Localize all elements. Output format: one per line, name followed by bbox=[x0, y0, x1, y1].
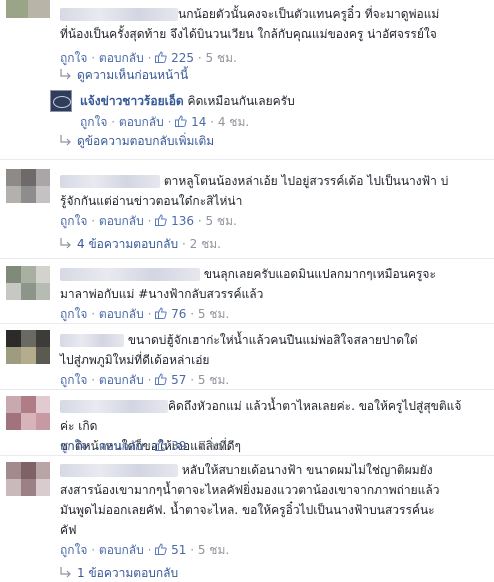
like-link[interactable]: ถูกใจ bbox=[60, 214, 87, 228]
like-count[interactable]: 57 bbox=[171, 373, 186, 387]
timestamp[interactable]: 5 ชม. bbox=[198, 307, 229, 321]
avatar[interactable] bbox=[6, 266, 50, 300]
avatar[interactable] bbox=[6, 0, 50, 18]
page-avatar[interactable] bbox=[50, 90, 72, 112]
like-thumb-icon bbox=[155, 373, 167, 385]
like-count[interactable]: 136 bbox=[171, 214, 194, 228]
like-thumb-icon bbox=[175, 115, 187, 127]
reply-link[interactable]: ตอบกลับ bbox=[99, 439, 144, 453]
reply-text: แจ้งข่าวชาวร้อยเอ็ด คิดเหมือนกันเลยครับ bbox=[80, 94, 295, 108]
reply-author[interactable]: แจ้งข่าวชาวร้อยเอ็ด bbox=[80, 94, 184, 108]
comment-actions: ถูกใจ · ตอบกลับ · 39 · 5 ชม. bbox=[60, 439, 230, 453]
avatar[interactable] bbox=[6, 462, 50, 496]
like-thumb-icon bbox=[155, 543, 167, 555]
timestamp[interactable]: 5 ชม. bbox=[205, 51, 236, 65]
timestamp[interactable]: 4 ชม. bbox=[218, 115, 249, 129]
comment-actions: ถูกใจ · ตอบกลับ · 225 · 5 ชม. bbox=[60, 51, 237, 65]
comment-text: หลับให้สบายเด้อนางฟ้า ขนาดผมไม่ใช่ญาติผม… bbox=[60, 463, 440, 537]
comment-text: ขนลุกเลยครับแอดมินแปลกมากๆเหมือนครูจะ มา… bbox=[60, 267, 436, 301]
reply-arrow-icon bbox=[60, 135, 71, 146]
avatar[interactable] bbox=[6, 330, 50, 364]
divider bbox=[0, 389, 494, 390]
reply-link[interactable]: ตอบกลับ bbox=[99, 307, 144, 321]
comment-actions: ถูกใจ · ตอบกลับ · 76 · 5 ชม. bbox=[60, 307, 230, 321]
timestamp[interactable]: 5 ชม. bbox=[205, 214, 236, 228]
blurred-name bbox=[60, 8, 178, 21]
reply-arrow-icon bbox=[60, 238, 71, 249]
reply-arrow-icon bbox=[60, 69, 71, 80]
like-count[interactable]: 14 bbox=[191, 115, 206, 129]
comment-thread: { "thread": { "prev_comments_label": "ดู… bbox=[0, 0, 494, 580]
reply-link[interactable]: ตอบกลับ bbox=[99, 373, 144, 387]
blurred-name bbox=[60, 400, 168, 413]
like-count[interactable]: 39 bbox=[171, 439, 186, 453]
view-replies-link[interactable]: 4 ข้อความตอบกลับ · 2 ชม. bbox=[60, 235, 221, 253]
timestamp[interactable]: 5 ชม. bbox=[198, 439, 229, 453]
reply-link[interactable]: ตอบกลับ bbox=[119, 115, 164, 129]
reply-actions: ถูกใจ · ตอบกลับ · 14 · 4 ชม. bbox=[80, 115, 250, 129]
blurred-name bbox=[60, 464, 178, 477]
like-thumb-icon bbox=[155, 51, 167, 63]
like-thumb-icon bbox=[155, 214, 167, 226]
like-link[interactable]: ถูกใจ bbox=[60, 373, 87, 387]
divider bbox=[0, 159, 494, 160]
blurred-name bbox=[60, 334, 124, 347]
like-thumb-icon bbox=[155, 439, 167, 451]
view-replies-link[interactable]: 1 ข้อความตอบกลับ bbox=[60, 564, 178, 582]
like-thumb-icon bbox=[155, 307, 167, 319]
reply-link[interactable]: ตอบกลับ bbox=[99, 543, 144, 557]
timestamp[interactable]: 2 ชม. bbox=[190, 237, 221, 251]
comment-actions: ถูกใจ · ตอบกลับ · 51 · 5 ชม. bbox=[60, 543, 230, 557]
comment-actions: ถูกใจ · ตอบกลับ · 136 · 5 ชม. bbox=[60, 214, 237, 228]
timestamp[interactable]: 5 ชม. bbox=[198, 373, 229, 387]
like-count[interactable]: 76 bbox=[171, 307, 186, 321]
more-replies-link[interactable]: ดูข้อความตอบกลับเพิ่มเติม bbox=[60, 132, 214, 150]
comment-text: ขนาดบ่ฮู้จักเฮาก่ะให่น้ำแล้วคนปืนแม่พ่อส… bbox=[60, 333, 418, 367]
like-link[interactable]: ถูกใจ bbox=[60, 307, 87, 321]
like-link[interactable]: ถูกใจ bbox=[60, 51, 87, 65]
timestamp[interactable]: 5 ชม. bbox=[198, 543, 229, 557]
prev-comments-link[interactable]: ดูความเห็นก่อนหน้านี้ bbox=[60, 66, 188, 84]
comment-text: นกน้อยตัวนั้นคงจะเป็นตัวแทนครูอิ๋ว ที่จะ… bbox=[60, 7, 440, 41]
avatar[interactable] bbox=[6, 169, 50, 203]
avatar[interactable] bbox=[6, 396, 50, 430]
divider bbox=[0, 323, 494, 324]
divider bbox=[0, 258, 494, 259]
reply-arrow-icon bbox=[60, 567, 71, 578]
like-count[interactable]: 51 bbox=[171, 543, 186, 557]
comment-text: ตาหลูโตนน้องหล่าเอ้ย ไปอยู่สวรรค์เด้อ ไป… bbox=[60, 174, 449, 208]
like-link[interactable]: ถูกใจ bbox=[60, 439, 87, 453]
like-link[interactable]: ถูกใจ bbox=[80, 115, 107, 129]
comment-actions: ถูกใจ · ตอบกลับ · 57 · 5 ชม. bbox=[60, 373, 230, 387]
reply-link[interactable]: ตอบกลับ bbox=[99, 51, 144, 65]
blurred-name bbox=[60, 175, 160, 188]
blurred-name bbox=[60, 268, 200, 281]
like-count[interactable]: 225 bbox=[171, 51, 194, 65]
divider bbox=[0, 455, 494, 456]
like-link[interactable]: ถูกใจ bbox=[60, 543, 87, 557]
reply-link[interactable]: ตอบกลับ bbox=[99, 214, 144, 228]
